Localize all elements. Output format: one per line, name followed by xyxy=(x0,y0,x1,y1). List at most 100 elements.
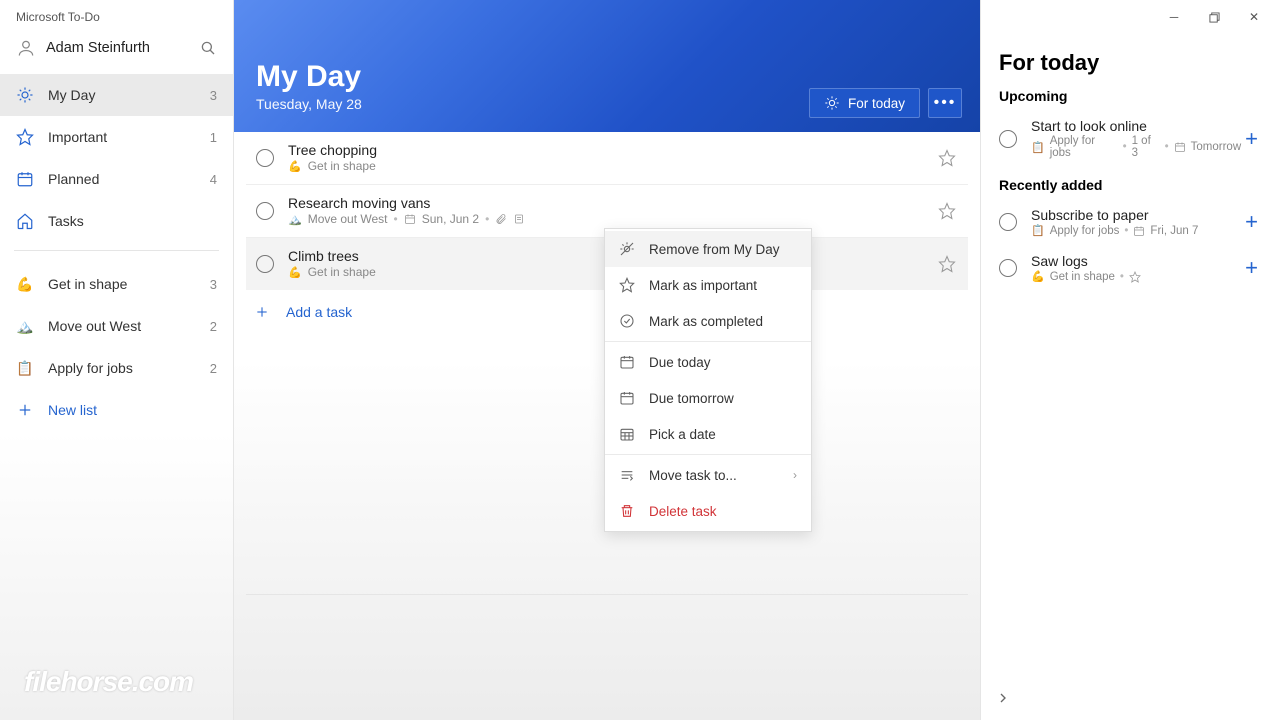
minimize-button[interactable]: ─ xyxy=(1154,4,1194,30)
complete-checkbox[interactable] xyxy=(256,255,274,273)
star-icon[interactable] xyxy=(938,149,956,167)
suggestion-date: Tomorrow xyxy=(1191,141,1241,153)
star-icon[interactable] xyxy=(938,202,956,220)
sun-remove-icon xyxy=(619,241,635,257)
task-title: Research moving vans xyxy=(288,195,938,211)
task-row[interactable]: Tree chopping💪Get in shape xyxy=(246,132,968,184)
add-suggestion-button[interactable]: + xyxy=(1241,209,1262,235)
star-icon xyxy=(619,277,635,293)
for-today-button[interactable]: For today xyxy=(809,88,920,118)
check-circle-icon xyxy=(619,313,635,329)
list-emoji-icon: 📋 xyxy=(1031,141,1045,154)
sidebar-item-count: 2 xyxy=(210,361,217,376)
sidebar-item-count: 3 xyxy=(210,277,217,292)
new-list-button[interactable]: New list xyxy=(0,389,233,431)
list-emoji-icon: 📋 xyxy=(1031,224,1045,237)
user-row[interactable]: Adam Steinfurth xyxy=(0,30,233,70)
sidebar-item-label: Get in shape xyxy=(48,276,127,292)
task-list-label: Move out West xyxy=(308,212,388,226)
trash-icon xyxy=(619,503,635,519)
sidebar-item-planned[interactable]: Planned4 xyxy=(0,158,233,200)
user-icon xyxy=(16,38,36,58)
calendar-icon xyxy=(619,390,635,406)
menu-item-label: Mark as important xyxy=(649,278,757,293)
complete-checkbox[interactable] xyxy=(999,259,1017,277)
menu-item-pick-a-date[interactable]: Pick a date xyxy=(605,416,811,452)
suggestion-item[interactable]: Saw logs💪Get in shape•+ xyxy=(999,245,1262,291)
suggestion-title: Start to look online xyxy=(1031,118,1241,134)
task-list-label: Get in shape xyxy=(308,159,376,173)
list-emoji-icon: 💪 xyxy=(16,275,34,293)
calendar-grid-icon xyxy=(619,426,635,442)
panel-section-heading: Recently added xyxy=(999,177,1262,193)
task-list-divider xyxy=(246,594,968,595)
app-title: Microsoft To-Do xyxy=(0,0,233,30)
complete-checkbox[interactable] xyxy=(256,202,274,220)
sun-icon xyxy=(16,86,34,104)
add-task-label: Add a task xyxy=(286,304,352,320)
add-suggestion-button[interactable]: + xyxy=(1241,126,1262,152)
star-icon xyxy=(1129,271,1141,283)
suggestion-title: Subscribe to paper xyxy=(1031,207,1241,223)
sidebar-item-count: 2 xyxy=(210,319,217,334)
menu-item-due-today[interactable]: Due today xyxy=(605,344,811,380)
star-icon[interactable] xyxy=(938,255,956,273)
collapse-panel-button[interactable] xyxy=(995,690,1011,706)
calendar-icon xyxy=(404,213,416,225)
search-icon[interactable] xyxy=(199,39,217,57)
user-name: Adam Steinfurth xyxy=(46,40,199,56)
suggestions-panel: ─ ✕ For today UpcomingStart to look onli… xyxy=(980,0,1280,720)
sidebar-item-label: Apply for jobs xyxy=(48,360,133,376)
window-controls: ─ ✕ xyxy=(1154,4,1274,30)
sidebar-list-move-out-west[interactable]: 🏔️Move out West2 xyxy=(0,305,233,347)
suggestion-date: Fri, Jun 7 xyxy=(1150,225,1198,237)
complete-checkbox[interactable] xyxy=(999,130,1017,148)
menu-item-move-task-to[interactable]: Move task to...› xyxy=(605,457,811,493)
sidebar-item-count: 1 xyxy=(210,130,217,145)
sidebar-item-label: Tasks xyxy=(48,213,84,229)
plus-icon xyxy=(254,304,270,320)
close-button[interactable]: ✕ xyxy=(1234,4,1274,30)
menu-item-mark-as-important[interactable]: Mark as important xyxy=(605,267,811,303)
menu-item-mark-as-completed[interactable]: Mark as completed xyxy=(605,303,811,339)
calendar-icon xyxy=(619,354,635,370)
suggestion-item[interactable]: Start to look online📋Apply for jobs•1 of… xyxy=(999,110,1262,167)
panel-title: For today xyxy=(999,50,1262,76)
menu-item-label: Move task to... xyxy=(649,468,737,483)
suggestion-title: Saw logs xyxy=(1031,253,1241,269)
sidebar-item-count: 4 xyxy=(210,172,217,187)
attachment-icon xyxy=(495,213,507,225)
menu-item-remove-from-my-day[interactable]: Remove from My Day xyxy=(605,231,811,267)
suggestion-progress: 1 of 3 xyxy=(1132,135,1160,159)
sidebar-item-my-day[interactable]: My Day3 xyxy=(0,74,233,116)
calendar-icon xyxy=(1174,141,1186,153)
complete-checkbox[interactable] xyxy=(999,213,1017,231)
task-list-label: Get in shape xyxy=(308,265,376,279)
menu-item-label: Due tomorrow xyxy=(649,391,734,406)
suggestion-item[interactable]: Subscribe to paper📋Apply for jobs•Fri, J… xyxy=(999,199,1262,245)
list-emoji-icon: 💪 xyxy=(1031,270,1045,283)
sidebar: Microsoft To-Do Adam Steinfurth My Day3I… xyxy=(0,0,234,720)
main-area: My Day Tuesday, May 28 For today ••• Tre… xyxy=(234,0,980,720)
add-suggestion-button[interactable]: + xyxy=(1241,255,1262,281)
menu-item-delete-task[interactable]: Delete task xyxy=(605,493,811,529)
menu-item-due-tomorrow[interactable]: Due tomorrow xyxy=(605,380,811,416)
sidebar-item-important[interactable]: Important1 xyxy=(0,116,233,158)
list-emoji-icon: 🏔️ xyxy=(16,317,34,335)
sidebar-item-tasks[interactable]: Tasks xyxy=(0,200,233,242)
sidebar-item-label: My Day xyxy=(48,87,95,103)
note-icon xyxy=(513,213,525,225)
move-icon xyxy=(619,467,635,483)
more-button[interactable]: ••• xyxy=(928,88,962,118)
suggestion-list-label: Apply for jobs xyxy=(1050,135,1118,159)
menu-item-label: Pick a date xyxy=(649,427,716,442)
sidebar-list-apply-for-jobs[interactable]: 📋 Apply for jobs 2 xyxy=(0,347,233,389)
list-emoji-icon: 📋 xyxy=(16,359,34,377)
calendar-icon xyxy=(1133,225,1145,237)
suggestion-list-label: Get in shape xyxy=(1050,271,1115,283)
star-icon xyxy=(16,128,34,146)
list-emoji-icon: 💪 xyxy=(288,160,302,173)
maximize-button[interactable] xyxy=(1194,4,1234,30)
sidebar-list-get-in-shape[interactable]: 💪 Get in shape 3 xyxy=(0,263,233,305)
complete-checkbox[interactable] xyxy=(256,149,274,167)
